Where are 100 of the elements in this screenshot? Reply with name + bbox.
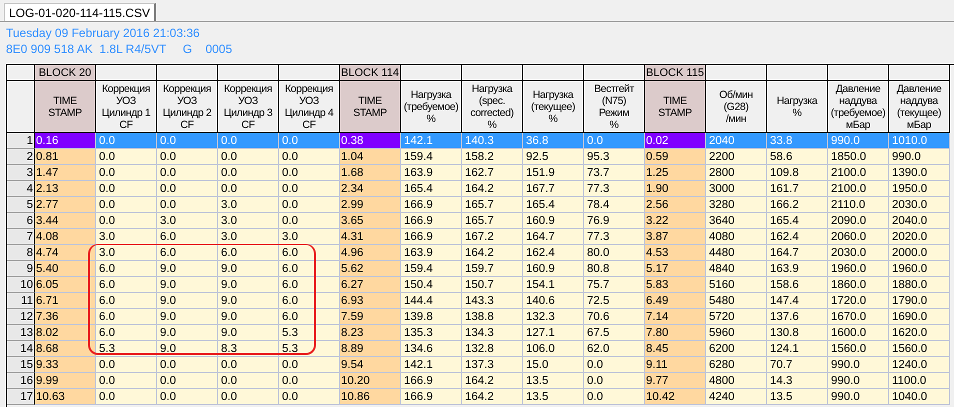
column-header[interactable]: TIME STAMP: [340, 81, 401, 133]
column-header[interactable]: TIME STAMP: [645, 81, 706, 133]
column-header[interactable]: Коррекция УОЗ Цилиндр 2 CF: [157, 81, 218, 133]
table-row[interactable]: 7 4.08 3.0 6.0 3.0 3.0 4.31 166.9 167.2 164.7 77.3 3.87 4080 162.4 2060.0 2020.0: [7, 229, 950, 245]
table-cell: 0.0: [218, 149, 279, 165]
column-header[interactable]: TIME STAMP: [35, 81, 96, 133]
table-cell: 2.34: [340, 181, 401, 197]
table-cell: 0.0: [279, 213, 340, 229]
table-row[interactable]: 11 6.71 6.0 9.0 9.0 6.0 6.93 144.4 143.3 140.6 72.5 6.49 5480 147.4 1720.0 1790.0: [7, 293, 950, 309]
file-tab[interactable]: LOG-01-020-114-115.CSV: [4, 3, 156, 21]
table-cell: 6200: [706, 341, 767, 357]
column-header[interactable]: Нагрузка (spec. corrected) %: [462, 81, 523, 133]
table-cell: 2060.0: [828, 229, 889, 245]
table-cell: 9.0: [218, 277, 279, 293]
table-row[interactable]: 12 7.36 6.0 9.0 9.0 6.0 7.59 139.8 138.8 132.3 70.6 7.14 5720 137.6 1670.0 1690.0: [7, 309, 950, 325]
table-cell: 6.0: [279, 261, 340, 277]
column-header[interactable]: Нагрузка (требуемое) %: [401, 81, 462, 133]
table-cell: 166.2: [767, 197, 828, 213]
row-header[interactable]: 3: [7, 165, 35, 181]
table-cell: 158.2: [462, 149, 523, 165]
row-header[interactable]: 9: [7, 261, 35, 277]
table-cell: 9.0: [218, 309, 279, 325]
table-cell: 0.0: [279, 373, 340, 389]
table-cell: 10.63: [35, 389, 96, 405]
table-cell: 80.8: [584, 261, 645, 277]
table-cell: 166.9: [401, 197, 462, 213]
table-row[interactable]: 16 9.99 0.0 0.0 0.0 0.0 10.20 166.9 164.2 13.5 0.0 9.77 4800 14.3 990.0 1100.0: [7, 373, 950, 389]
table-cell: 2090.0: [828, 213, 889, 229]
table-row[interactable]: 5 2.77 0.0 0.0 3.0 0.0 2.99 166.9 165.7 165.4 78.4 2.56 3280 166.2 2110.0 2030.0: [7, 197, 950, 213]
row-header[interactable]: 13: [7, 325, 35, 341]
table-cell: 3.22: [645, 213, 706, 229]
table-row[interactable]: 2 0.81 0.0 0.0 0.0 0.0 1.04 159.4 158.2 92.5 95.3 0.59 2200 58.6 1850.0 990.0: [7, 149, 950, 165]
table-cell: 0.0: [96, 373, 157, 389]
table-cell: 6.0: [279, 309, 340, 325]
table-cell: 167.2: [462, 229, 523, 245]
column-header[interactable]: Вестгейт (N75) Режим %: [584, 81, 645, 133]
table-cell: 3.0: [157, 213, 218, 229]
row-header[interactable]: 15: [7, 357, 35, 373]
column-header[interactable]: Нагрузка %: [767, 81, 828, 133]
column-header[interactable]: Об/мин (G28) /мин: [706, 81, 767, 133]
column-header[interactable]: Нагрузка (текущее) %: [523, 81, 584, 133]
column-header[interactable]: Давление наддува (текущее) мБар: [889, 81, 950, 133]
table-row[interactable]: 10 6.05 6.0 9.0 9.0 6.0 6.27 150.4 150.7 154.1 75.7 5.83 5160 158.6 1860.0 1880.0: [7, 277, 950, 293]
table-cell: 1620.0: [889, 325, 950, 341]
table-cell: 0.16: [35, 133, 96, 149]
table-cell: 0.0: [584, 357, 645, 373]
table-row[interactable]: 13 8.02 6.0 9.0 9.0 5.3 8.23 135.3 134.3 127.1 67.5 7.80 5960 130.8 1600.0 1620.0: [7, 325, 950, 341]
table-cell: 4.31: [340, 229, 401, 245]
table-cell: 2110.0: [828, 197, 889, 213]
table-cell: 166.9: [401, 213, 462, 229]
table-cell: 62.0: [584, 341, 645, 357]
table-row[interactable]: 9 5.40 6.0 9.0 9.0 6.0 5.62 159.4 159.7 160.9 80.8 5.17 4840 163.9 1960.0 1960.0: [7, 261, 950, 277]
row-header[interactable]: 12: [7, 309, 35, 325]
table-cell: 3000: [706, 181, 767, 197]
row-header[interactable]: 17: [7, 389, 35, 405]
table-cell: 165.4: [401, 181, 462, 197]
table-cell: 5480: [706, 293, 767, 309]
row-header[interactable]: 1: [7, 133, 35, 149]
row-header[interactable]: 7: [7, 229, 35, 245]
column-header[interactable]: Коррекция УОЗ Цилиндр 4 CF: [279, 81, 340, 133]
table-row[interactable]: 1 0.16 0.0 0.0 0.0 0.0 0.38 142.1 140.3 36.8 0.0 0.02 2040 33.8 990.0 1010.0: [7, 133, 950, 149]
table-cell: 158.6: [767, 277, 828, 293]
row-header[interactable]: 8: [7, 245, 35, 261]
table-row[interactable]: 17 10.63 0.0 0.0 0.0 0.0 10.86 166.9 164.2 13.5 0.0 10.42 4240 13.5 990.0 1040.0: [7, 389, 950, 405]
row-header[interactable]: 6: [7, 213, 35, 229]
table-cell: 160.9: [523, 213, 584, 229]
table-cell: 10.86: [340, 389, 401, 405]
table-row[interactable]: 8 4.74 3.0 6.0 6.0 6.0 4.96 163.9 164.2 162.4 80.0 4.53 4480 164.7 2030.0 2000.0: [7, 245, 950, 261]
table-row[interactable]: 3 1.47 0.0 0.0 0.0 0.0 1.68 163.9 162.7 151.9 73.7 1.25 2800 109.8 2100.0 1390.0: [7, 165, 950, 181]
table-cell: 0.0: [96, 357, 157, 373]
row-header[interactable]: 4: [7, 181, 35, 197]
row-header[interactable]: 11: [7, 293, 35, 309]
table-cell: 1690.0: [889, 309, 950, 325]
table-cell: 76.9: [584, 213, 645, 229]
table-cell: 164.7: [523, 229, 584, 245]
table-row[interactable]: 14 8.68 5.3 9.0 8.3 5.3 8.89 134.6 132.8 106.0 62.0 8.45 6200 124.1 1560.0 1560.0: [7, 341, 950, 357]
column-header[interactable]: Давление наддува (требуемое) мБар: [828, 81, 889, 133]
table-cell: 58.6: [767, 149, 828, 165]
row-header[interactable]: 14: [7, 341, 35, 357]
table-cell: 0.0: [96, 181, 157, 197]
table-cell: 14.3: [767, 373, 828, 389]
table-cell: 164.2: [462, 245, 523, 261]
table-row[interactable]: 4 2.13 0.0 0.0 0.0 0.0 2.34 165.4 164.2 167.7 77.3 1.90 3000 161.7 2100.0 1950.0: [7, 181, 950, 197]
row-header[interactable]: 2: [7, 149, 35, 165]
table-row[interactable]: 15 9.33 0.0 0.0 0.0 0.0 9.54 142.1 137.3 15.0 0.0 9.11 6280 70.7 990.0 1240.0: [7, 357, 950, 373]
table-cell: 5160: [706, 277, 767, 293]
table-cell: 990.0: [828, 373, 889, 389]
column-header[interactable]: Коррекция УОЗ Цилиндр 3 CF: [218, 81, 279, 133]
row-header[interactable]: 5: [7, 197, 35, 213]
row-header[interactable]: 16: [7, 373, 35, 389]
table-row[interactable]: 6 3.44 0.0 3.0 3.0 0.0 3.65 166.9 165.7 160.9 76.9 3.22 3640 165.4 2090.0 2040.0: [7, 213, 950, 229]
table-cell: 1950.0: [889, 181, 950, 197]
table-cell: 159.7: [462, 261, 523, 277]
table-cell: 0.0: [584, 373, 645, 389]
table-cell: 4.74: [35, 245, 96, 261]
row-header[interactable]: 10: [7, 277, 35, 293]
table-cell: 73.7: [584, 165, 645, 181]
table-cell: 2.99: [340, 197, 401, 213]
column-header[interactable]: Коррекция УОЗ Цилиндр 1 CF: [96, 81, 157, 133]
table-cell: 2100.0: [828, 181, 889, 197]
